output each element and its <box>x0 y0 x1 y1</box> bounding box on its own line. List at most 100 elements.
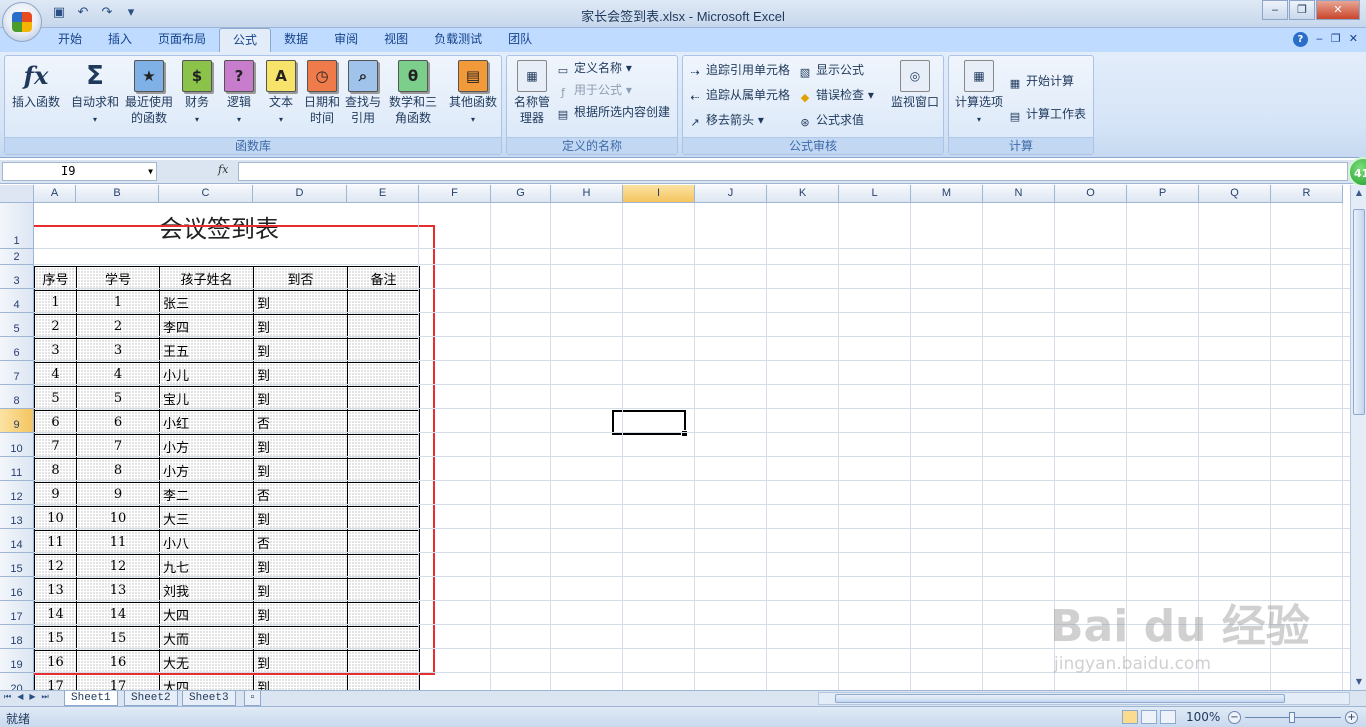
insert-function-button[interactable]: fx 插入函数 <box>7 60 65 110</box>
row-header[interactable]: 16 <box>0 577 34 601</box>
zoom-knob[interactable] <box>1289 712 1295 723</box>
horizontal-scroll-thumb[interactable] <box>835 694 1285 703</box>
lookup-button[interactable]: ⌕ 查找与引用 <box>343 60 383 126</box>
table-cell[interactable]: 6 <box>34 410 77 435</box>
table-cell[interactable]: 7 <box>34 434 77 459</box>
table-cell[interactable]: 11 <box>34 530 77 555</box>
table-cell[interactable]: 17 <box>34 674 77 690</box>
table-cell[interactable]: 小方 <box>159 458 254 483</box>
ribbon-tab[interactable]: 负载测试 <box>421 28 495 52</box>
table-cell[interactable]: 九七 <box>159 554 254 579</box>
ribbon-tab[interactable]: 开始 <box>45 28 95 52</box>
column-header[interactable]: B <box>76 185 159 203</box>
ribbon-restore-icon[interactable]: ❐ <box>1331 32 1341 47</box>
ribbon-tab[interactable]: 页面布局 <box>145 28 219 52</box>
row-header[interactable]: 19 <box>0 649 34 673</box>
table-cell[interactable]: 刘我 <box>159 578 254 603</box>
table-cell[interactable] <box>347 482 420 507</box>
table-cell[interactable]: 到 <box>253 602 348 627</box>
table-cell[interactable] <box>347 674 420 690</box>
table-cell[interactable] <box>347 314 420 339</box>
table-cell[interactable]: 小方 <box>159 434 254 459</box>
table-cell[interactable]: 16 <box>34 650 77 675</box>
zoom-out-icon[interactable]: − <box>1228 711 1241 724</box>
column-header[interactable]: M <box>911 185 983 203</box>
table-cell[interactable]: 到 <box>253 386 348 411</box>
financial-button[interactable]: $ 财务 ▾ <box>177 60 217 128</box>
table-cell[interactable]: 6 <box>76 410 160 435</box>
row-header[interactable]: 12 <box>0 481 34 505</box>
table-cell[interactable] <box>347 530 420 555</box>
ribbon-tab[interactable]: 数据 <box>271 28 321 52</box>
table-cell[interactable] <box>347 626 420 651</box>
next-sheet-icon[interactable]: ▶ <box>29 692 35 702</box>
remove-arrows-button[interactable]: ↗ 移去箭头 ▾ <box>687 111 763 129</box>
column-header[interactable]: P <box>1127 185 1199 203</box>
table-cell[interactable]: 11 <box>76 530 160 555</box>
table-cell[interactable]: 12 <box>76 554 160 579</box>
define-name-button[interactable]: ▭ 定义名称 ▾ <box>555 59 632 77</box>
column-header[interactable]: K <box>767 185 839 203</box>
table-cell[interactable]: 9 <box>76 482 160 507</box>
row-header[interactable]: 13 <box>0 505 34 529</box>
sheet-tab[interactable]: Sheet3 <box>182 691 236 706</box>
row-header[interactable]: 8 <box>0 385 34 409</box>
table-cell[interactable]: 到 <box>253 554 348 579</box>
row-header[interactable]: 20 <box>0 673 34 690</box>
calculate-now-button[interactable]: ▦ 开始计算 <box>1007 72 1074 90</box>
row-header[interactable]: 10 <box>0 433 34 457</box>
table-cell[interactable]: 到 <box>253 338 348 363</box>
table-cell[interactable]: 2 <box>34 314 77 339</box>
row-header[interactable]: 9 <box>0 409 34 433</box>
last-sheet-icon[interactable]: ⏭ <box>42 692 49 702</box>
column-header[interactable]: R <box>1271 185 1343 203</box>
table-cell[interactable]: 13 <box>76 578 160 603</box>
table-cell[interactable]: 到 <box>253 290 348 315</box>
horizontal-scrollbar[interactable] <box>818 692 1350 705</box>
table-cell[interactable]: 1 <box>76 290 160 315</box>
formula-input[interactable] <box>238 162 1348 181</box>
table-cell[interactable] <box>347 362 420 387</box>
table-cell[interactable]: 8 <box>34 458 77 483</box>
close-button[interactable]: ✕ <box>1316 0 1360 20</box>
page-break-view-icon[interactable] <box>1160 710 1176 724</box>
header-cell[interactable]: 学号 <box>76 266 160 291</box>
table-cell[interactable]: 15 <box>76 626 160 651</box>
column-header[interactable]: N <box>983 185 1055 203</box>
table-cell[interactable]: 否 <box>253 530 348 555</box>
sheet-tab[interactable]: Sheet1 <box>64 691 118 706</box>
table-cell[interactable]: 到 <box>253 674 348 690</box>
table-cell[interactable] <box>347 578 420 603</box>
table-cell[interactable] <box>347 458 420 483</box>
table-cell[interactable] <box>347 506 420 531</box>
show-formulas-button[interactable]: ▧ 显示公式 <box>797 61 864 79</box>
table-cell[interactable]: 10 <box>76 506 160 531</box>
table-cell[interactable]: 王五 <box>159 338 254 363</box>
table-cell[interactable]: 宝儿 <box>159 386 254 411</box>
ribbon-tab[interactable]: 视图 <box>371 28 421 52</box>
ribbon-close-icon[interactable]: ✕ <box>1349 32 1358 47</box>
column-header[interactable]: Q <box>1199 185 1271 203</box>
table-cell[interactable]: 到 <box>253 434 348 459</box>
ribbon-minimize-icon[interactable]: ‒ <box>1316 32 1323 47</box>
name-box-dropdown-icon[interactable]: ▼ <box>148 163 153 180</box>
table-cell[interactable]: 14 <box>34 602 77 627</box>
vertical-scroll-thumb[interactable] <box>1353 209 1365 415</box>
datetime-button[interactable]: ◷ 日期和时间 <box>302 60 342 126</box>
column-header[interactable]: E <box>347 185 419 203</box>
table-cell[interactable]: 3 <box>76 338 160 363</box>
help-icon[interactable]: ? <box>1292 32 1308 47</box>
scroll-down-icon[interactable]: ▼ <box>1351 674 1366 690</box>
row-header[interactable]: 6 <box>0 337 34 361</box>
insert-sheet-icon[interactable]: ▫ <box>244 691 261 706</box>
table-cell[interactable]: 到 <box>253 650 348 675</box>
text-button[interactable]: A 文本 ▾ <box>261 60 301 128</box>
sheet-tab[interactable]: Sheet2 <box>124 691 178 706</box>
table-cell[interactable]: 否 <box>253 410 348 435</box>
table-cell[interactable]: 李二 <box>159 482 254 507</box>
table-cell[interactable]: 1 <box>34 290 77 315</box>
ribbon-tab[interactable]: 插入 <box>95 28 145 52</box>
table-cell[interactable]: 16 <box>76 650 160 675</box>
page-layout-view-icon[interactable] <box>1141 710 1157 724</box>
error-checking-button[interactable]: ◆ 错误检查 ▾ <box>797 86 874 104</box>
